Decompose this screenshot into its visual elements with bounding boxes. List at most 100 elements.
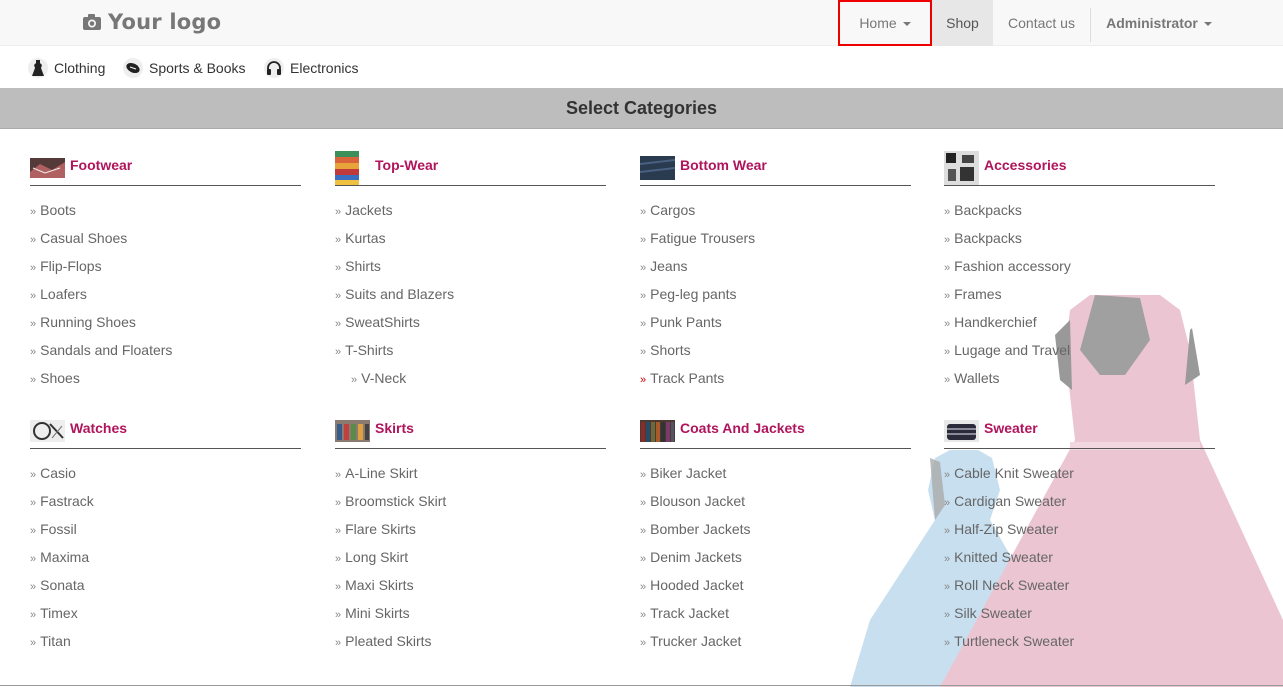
category-link[interactable]: » Sandals and Floaters	[30, 336, 301, 364]
category-link[interactable]: » Cable Knit Sweater	[944, 459, 1215, 487]
category-link[interactable]: » Casual Shoes	[30, 224, 301, 252]
category-link[interactable]: » Biker Jacket	[640, 459, 911, 487]
category-link[interactable]: » Track Jacket	[640, 599, 911, 627]
category-link[interactable]: » Trucker Jacket	[640, 627, 911, 655]
nav-shop[interactable]: Shop	[932, 0, 993, 46]
category-link[interactable]: » Denim Jackets	[640, 543, 911, 571]
category-link-label: Wallets	[954, 370, 1000, 386]
category-link[interactable]: » Kurtas	[335, 224, 606, 252]
double-chevron-icon: »	[30, 206, 37, 218]
category-link[interactable]: » Maxima	[30, 543, 301, 571]
submenu-sports-books[interactable]: Sports & Books	[123, 58, 246, 78]
submenu-clothing[interactable]: Clothing	[28, 58, 105, 78]
category-link[interactable]: » Backpacks	[944, 224, 1215, 252]
category-link[interactable]: » Broomstick Skirt	[335, 487, 606, 515]
category-link-label: Bomber Jackets	[650, 521, 751, 537]
nav-contact-us[interactable]: Contact us	[993, 0, 1090, 46]
category-link[interactable]: » Bomber Jackets	[640, 515, 911, 543]
nav-home[interactable]: Home	[838, 0, 932, 46]
category-link[interactable]: » Titan	[30, 627, 301, 655]
category-link[interactable]: » Running Shoes	[30, 308, 301, 336]
category-link[interactable]: » Suits and Blazers	[335, 280, 606, 308]
category-link[interactable]: » Knitted Sweater	[944, 543, 1215, 571]
category-link-label: Sandals and Floaters	[40, 342, 173, 358]
category-link[interactable]: » Pleated Skirts	[335, 627, 606, 655]
double-chevron-icon: »	[30, 346, 37, 358]
category-link-label: Casual Shoes	[40, 230, 128, 246]
category-link[interactable]: » Peg-leg pants	[640, 280, 911, 308]
category-link[interactable]: » Punk Pants	[640, 308, 911, 336]
category-link[interactable]: » Cardigan Sweater	[944, 487, 1215, 515]
category-link[interactable]: » Jeans	[640, 252, 911, 280]
category-link[interactable]: » Loafers	[30, 280, 301, 308]
category-link-label: Backpacks	[954, 230, 1022, 246]
double-chevron-icon: »	[30, 497, 37, 509]
category-link[interactable]: » Flare Skirts	[335, 515, 606, 543]
category-link[interactable]: » Shirts	[335, 252, 606, 280]
category-link[interactable]: » Jackets	[335, 196, 606, 224]
category-title-link[interactable]: Coats And Jackets	[680, 420, 805, 436]
category-link-label: Denim Jackets	[650, 549, 742, 565]
category-link[interactable]: » Lugage and Travel	[944, 336, 1215, 364]
category-link[interactable]: » Fashion accessory	[944, 252, 1215, 280]
category-link-label: Knitted Sweater	[954, 549, 1053, 565]
category-link-label: V-Neck	[361, 370, 407, 386]
category-link[interactable]: » Half-Zip Sweater	[944, 515, 1215, 543]
category-link[interactable]: » Fossil	[30, 515, 301, 543]
category-link[interactable]: » SweatShirts	[335, 308, 606, 336]
category-title-link[interactable]: Sweater	[984, 420, 1038, 436]
site-logo[interactable]: Your logo	[82, 10, 221, 34]
category-link[interactable]: » Long Skirt	[335, 543, 606, 571]
category-link[interactable]: » Shorts	[640, 336, 911, 364]
double-chevron-icon: »	[30, 553, 37, 565]
category-link[interactable]: » Sonata	[30, 571, 301, 599]
double-chevron-icon: »	[944, 581, 951, 593]
category-title-link[interactable]: Top-Wear	[375, 157, 438, 173]
category-link[interactable]: » Fastrack	[30, 487, 301, 515]
category-coats-and-jackets: Coats And Jackets » Biker Jacket » Blouson…	[640, 412, 911, 655]
category-link-label: Jackets	[345, 202, 393, 218]
category-title-link[interactable]: Watches	[70, 420, 127, 436]
category-link[interactable]: » T-Shirts	[335, 336, 606, 364]
category-link[interactable]: » Backpacks	[944, 196, 1215, 224]
nav-admin-menu[interactable]: Administrator	[1091, 0, 1227, 46]
category-link[interactable]: » Turtleneck Sweater	[944, 627, 1215, 655]
category-link[interactable]: » Frames	[944, 280, 1215, 308]
category-link[interactable]: » Fatigue Trousers	[640, 224, 911, 252]
category-link-label: Maxima	[40, 549, 90, 565]
double-chevron-icon: »	[335, 497, 342, 509]
subcategory-link[interactable]: » V-Neck	[335, 364, 606, 392]
category-title-link[interactable]: Accessories	[984, 157, 1067, 173]
submenu-electronics[interactable]: Electronics	[264, 58, 358, 78]
category-title-link[interactable]: Bottom Wear	[680, 157, 767, 173]
category-link[interactable]: » Roll Neck Sweater	[944, 571, 1215, 599]
category-link[interactable]: » Boots	[30, 196, 301, 224]
category-link[interactable]: » Shoes	[30, 364, 301, 392]
double-chevron-icon: »	[640, 262, 647, 274]
category-link[interactable]: » Flip-Flops	[30, 252, 301, 280]
category-link-active[interactable]: » Track Pants	[640, 364, 911, 392]
categories-header-band: Select Categories	[0, 88, 1283, 129]
category-link[interactable]: » Blouson Jacket	[640, 487, 911, 515]
category-link[interactable]: » Casio	[30, 459, 301, 487]
double-chevron-icon: »	[30, 525, 37, 537]
category-link[interactable]: » Mini Skirts	[335, 599, 606, 627]
category-link[interactable]: » Hooded Jacket	[640, 571, 911, 599]
nav-home-label: Home	[859, 15, 897, 31]
category-title-link[interactable]: Skirts	[375, 420, 414, 436]
category-link-label: Kurtas	[345, 230, 386, 246]
football-icon	[123, 58, 143, 78]
category-link[interactable]: » A-Line Skirt	[335, 459, 606, 487]
category-link-label: Fatigue Trousers	[650, 230, 756, 246]
double-chevron-icon: »	[335, 609, 342, 621]
category-link[interactable]: » Handkerchief	[944, 308, 1215, 336]
category-link[interactable]: » Maxi Skirts	[335, 571, 606, 599]
double-chevron-icon: »	[30, 469, 37, 481]
category-link-label: Lugage and Travel	[954, 342, 1071, 358]
category-title-link[interactable]: Footwear	[70, 157, 132, 173]
category-link[interactable]: » Wallets	[944, 364, 1215, 392]
category-link[interactable]: » Timex	[30, 599, 301, 627]
top-navbar: Your logo Home Shop Contact us Administr…	[0, 0, 1283, 46]
category-link[interactable]: » Silk Sweater	[944, 599, 1215, 627]
category-link[interactable]: » Cargos	[640, 196, 911, 224]
